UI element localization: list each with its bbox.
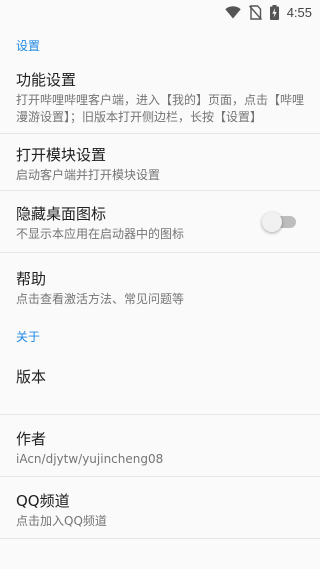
author-summary: iAcn/djytw/yujincheng08 — [16, 452, 164, 466]
qq-channel-summary: 点击加入QQ频道 — [16, 514, 107, 528]
function-settings-summary: 打开哔哩哔哩客户端，进入【我的】页面，点击【哔哩漫游设置】；旧版本打开侧边栏，长… — [16, 93, 305, 124]
help-summary: 点击查看激活方法、常见问题等 — [16, 292, 185, 306]
qq-channel-title: QQ频道 — [16, 492, 70, 510]
help-item[interactable]: 帮助 点击查看激活方法、常见问题等 — [0, 253, 320, 315]
battery-charging-icon — [269, 4, 279, 20]
wifi-icon — [224, 5, 241, 19]
section-header-settings: 设置 — [16, 39, 41, 53]
status-bar: 4:55 — [0, 0, 320, 24]
module-settings-title: 打开模块设置 — [16, 146, 107, 164]
hide-icon-item[interactable]: 隐藏桌面图标 不显示本应用在启动器中的图标 — [0, 191, 320, 253]
section-header-about: 关于 — [16, 330, 41, 344]
qq-channel-item[interactable]: QQ频道 点击加入QQ频道 — [0, 477, 320, 539]
toggle-thumb — [262, 211, 282, 232]
author-title: 作者 — [16, 430, 47, 448]
hide-icon-toggle[interactable] — [262, 211, 296, 232]
function-settings-title: 功能设置 — [16, 71, 77, 89]
version-item[interactable]: 版本 — [0, 353, 320, 415]
hide-icon-title: 隐藏桌面图标 — [16, 205, 107, 223]
author-item[interactable]: 作者 iAcn/djytw/yujincheng08 — [0, 415, 320, 477]
help-title: 帮助 — [16, 270, 47, 288]
version-title: 版本 — [16, 368, 47, 386]
clock: 4:55 — [286, 4, 312, 20]
function-settings-item[interactable]: 功能设置 打开哔哩哔哩客户端，进入【我的】页面，点击【哔哩漫游设置】；旧版本打开… — [0, 60, 320, 134]
module-settings-item[interactable]: 打开模块设置 启动客户端并打开模块设置 — [0, 134, 320, 191]
module-settings-summary: 启动客户端并打开模块设置 — [16, 168, 161, 182]
no-sim-icon — [248, 4, 262, 20]
hide-icon-summary: 不显示本应用在启动器中的图标 — [16, 227, 185, 241]
